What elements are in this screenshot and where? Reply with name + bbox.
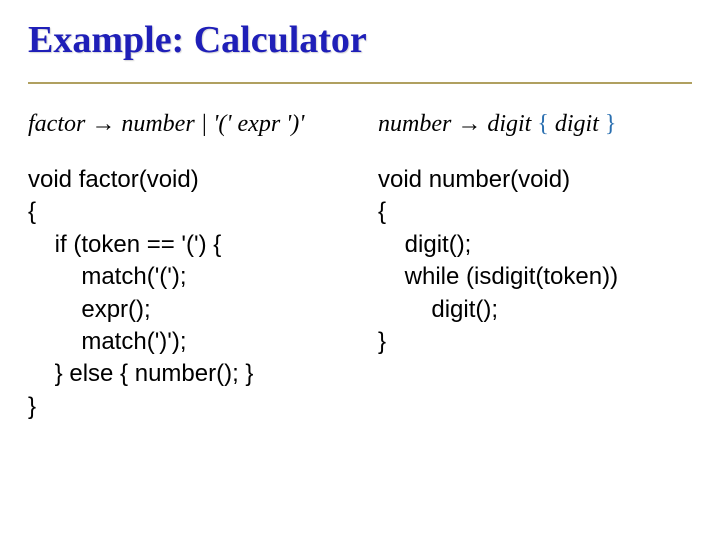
right-column: number → digit { digit } void number(voi…: [378, 110, 692, 423]
code-factor: void factor(void) { if (token == '(') { …: [28, 164, 342, 423]
left-column: factor → number | '(' expr ')' void fact…: [28, 110, 342, 423]
grammar-lhs: factor: [28, 111, 85, 137]
content-columns: factor → number | '(' expr ')' void fact…: [28, 110, 692, 423]
grammar-rhs-mid: digit: [555, 111, 599, 137]
arrow-icon: →: [457, 110, 481, 137]
title-underline: [28, 82, 692, 84]
grammar-rule-factor: factor → number | '(' expr ')': [28, 110, 342, 138]
slide-title: Example: Calculator: [28, 18, 692, 72]
arrow-icon: →: [91, 110, 115, 137]
grammar-close-brace: }: [605, 111, 617, 137]
grammar-rhs: number | '(' expr ')': [121, 111, 304, 137]
grammar-lhs: number: [378, 111, 451, 137]
grammar-rule-number: number → digit { digit }: [378, 110, 692, 138]
grammar-open-brace: {: [537, 111, 549, 137]
code-number: void number(void) { digit(); while (isdi…: [378, 164, 692, 358]
grammar-rhs-pre: digit: [487, 111, 531, 137]
